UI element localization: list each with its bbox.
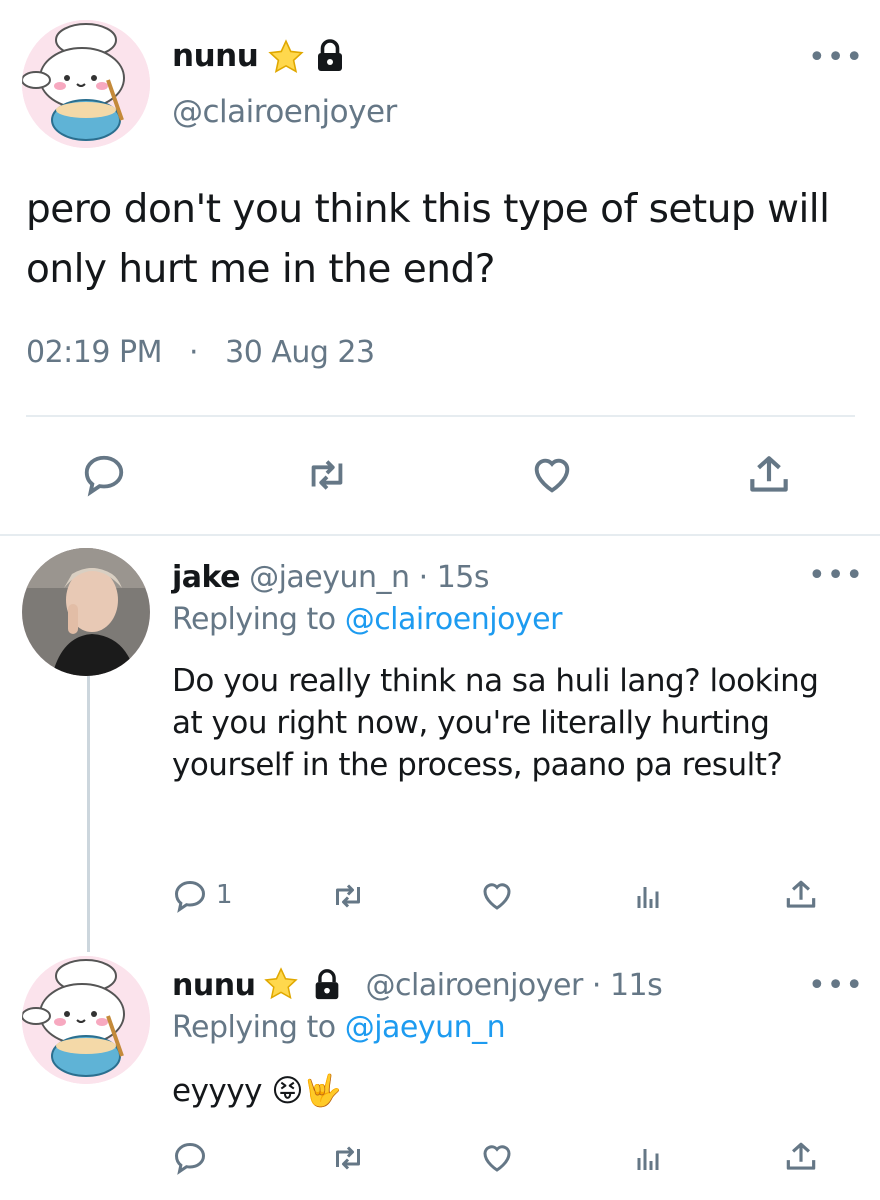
divider xyxy=(26,415,855,417)
analytics-icon[interactable] xyxy=(630,1140,666,1180)
replying-to-label: Replying to xyxy=(172,602,336,637)
tweet-age[interactable]: 11s xyxy=(610,968,663,1003)
replying-to-handle[interactable]: @clairoenjoyer xyxy=(345,602,563,637)
replying-to-label: Replying to xyxy=(172,1010,336,1045)
tweet-text-content: eyyyy xyxy=(172,1073,262,1109)
thread-line xyxy=(87,676,90,952)
time-separator: · xyxy=(591,968,602,1003)
time-separator: · xyxy=(418,560,429,595)
star-icon xyxy=(266,38,306,80)
handle[interactable]: @clairoenjoyer xyxy=(366,968,584,1003)
replying-to: Replying to @clairoenjoyer xyxy=(172,602,562,637)
meta-separator: · xyxy=(189,335,199,370)
tweet-text: eyyyy 😝🤟 xyxy=(172,1070,852,1112)
tweet-emoji: 😝🤟 xyxy=(271,1073,342,1109)
tweet-age[interactable]: 15s xyxy=(437,560,490,595)
more-options-icon[interactable]: ••• xyxy=(808,561,864,591)
share-icon[interactable] xyxy=(782,876,820,918)
avatar[interactable] xyxy=(22,956,150,1084)
tweet-time: 02:19 PM xyxy=(26,335,162,370)
main-tweet: nunu @clairoenjoyer ••• pero don't you t… xyxy=(0,0,880,534)
heart-icon[interactable] xyxy=(478,878,516,918)
more-options-icon[interactable]: ••• xyxy=(808,43,864,73)
reply-header: jake @jaeyun_n · 15s xyxy=(172,560,490,595)
tweet-timestamp[interactable]: 02:19 PM · 30 Aug 23 xyxy=(26,335,375,370)
heart-icon[interactable] xyxy=(527,452,577,502)
retweet-icon[interactable] xyxy=(328,878,368,918)
share-icon[interactable] xyxy=(744,450,794,504)
share-icon[interactable] xyxy=(782,1138,820,1180)
analytics-icon[interactable] xyxy=(630,878,666,918)
retweet-icon[interactable] xyxy=(300,452,354,502)
display-name-text: nunu xyxy=(172,38,259,74)
display-name[interactable]: jake xyxy=(172,560,241,595)
avatar[interactable] xyxy=(22,548,150,676)
reply-icon[interactable] xyxy=(172,878,208,918)
display-name[interactable]: nunu xyxy=(172,38,259,74)
tweet-text: pero don't you think this type of setup … xyxy=(26,187,830,292)
handle[interactable]: @jaeyun_n xyxy=(249,560,410,595)
retweet-icon[interactable] xyxy=(328,1140,368,1180)
handle[interactable]: @clairoenjoyer xyxy=(172,94,397,130)
replying-to-handle[interactable]: @jaeyun_n xyxy=(345,1010,506,1045)
reply-icon[interactable] xyxy=(80,452,128,502)
reply-header: nunu @clairoenjoyer · 11s xyxy=(172,968,663,1003)
reply-count: 1 xyxy=(216,880,233,910)
tweet-date: 30 Aug 23 xyxy=(225,335,375,370)
display-name[interactable]: nunu xyxy=(172,968,256,1003)
reply-tweet: jake @jaeyun_n · 15s ••• Replying to @cl… xyxy=(0,536,880,952)
reply-icon[interactable] xyxy=(172,1140,208,1180)
avatar[interactable] xyxy=(22,20,150,148)
replying-to: Replying to @jaeyun_n xyxy=(172,1010,506,1045)
more-options-icon[interactable]: ••• xyxy=(808,971,864,1001)
lock-icon xyxy=(310,968,344,1006)
tweet-text: Do you really think na sa huli lang? loo… xyxy=(172,663,819,783)
lock-icon xyxy=(312,38,348,78)
star-icon xyxy=(262,966,300,1006)
heart-icon[interactable] xyxy=(478,1140,516,1180)
reply-tweet: nunu @clairoenjoyer · 11s ••• Replying t… xyxy=(0,952,880,1200)
